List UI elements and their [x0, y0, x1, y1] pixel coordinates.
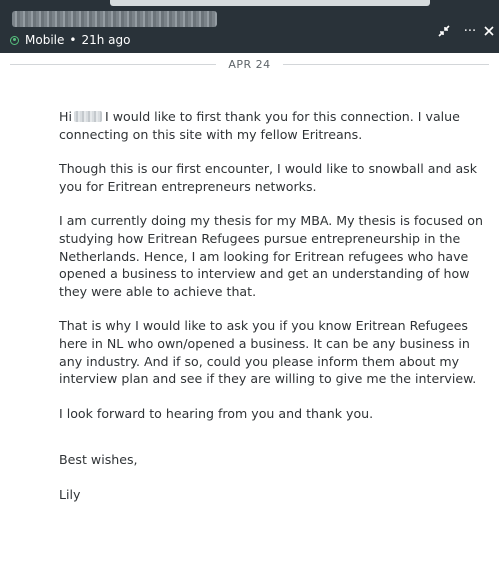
message-paragraph: That is why I would like to ask you if y…: [59, 318, 477, 387]
divider-line-left: [10, 63, 217, 65]
signature: Lily: [59, 486, 81, 502]
closing-line: Best wishes,: [59, 452, 138, 468]
date-divider: APR 24: [0, 56, 499, 72]
redacted-contact-name: [12, 11, 217, 27]
message-paragraph: I look forward to hearing from you and t…: [59, 405, 374, 421]
message-paragraph: Hi I would like to first thank you for th…: [59, 108, 491, 143]
device-status: Mobile: [25, 33, 65, 47]
header-actions: ···: [431, 20, 499, 42]
conversation-header: Mobile • 21h ago ···: [0, 0, 499, 53]
minimize-icon[interactable]: [431, 20, 457, 42]
redacted-area: [110, 0, 430, 6]
date-label: APR 24: [228, 57, 271, 71]
close-icon[interactable]: [483, 20, 499, 42]
conversation-window: Mobile • 21h ago ··· APR 24 Hi I would l…: [0, 0, 499, 580]
redacted-recipient-name: [73, 111, 102, 122]
presence-status: Mobile • 21h ago: [10, 32, 130, 48]
divider-line-right: [282, 63, 490, 65]
message-paragraph: Though this is our first encounter, I wo…: [59, 161, 478, 194]
status-separator: •: [69, 33, 77, 47]
online-status-icon: [10, 35, 19, 45]
greeting-text: I would like to first thank you for this…: [59, 109, 460, 142]
greeting-prefix: Hi: [59, 109, 72, 124]
more-options-icon[interactable]: ···: [457, 20, 483, 42]
message-body: Hi I would like to first thank you for th…: [59, 108, 491, 521]
last-seen: 21h ago: [81, 33, 131, 47]
message-paragraph: I am currently doing my thesis for my MB…: [59, 213, 483, 299]
